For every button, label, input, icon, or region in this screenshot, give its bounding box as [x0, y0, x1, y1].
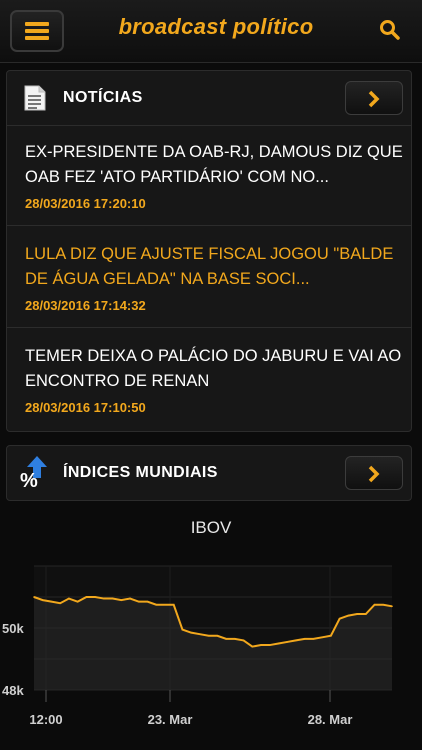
news-item[interactable]: LULA DIZ QUE AJUSTE FISCAL JOGOU "BALDE …	[7, 228, 411, 328]
data-point	[85, 596, 88, 598]
news-panel-header: NOTÍCIAS	[7, 71, 411, 126]
data-point	[242, 639, 245, 642]
data-point	[234, 638, 236, 640]
news-timestamp: 28/03/2016 17:20:10	[25, 196, 146, 211]
menu-icon	[25, 29, 49, 33]
data-point	[373, 603, 376, 606]
top-bar: broadcast político	[0, 0, 422, 63]
data-point	[129, 597, 131, 600]
data-point	[164, 603, 166, 606]
data-point	[295, 639, 297, 642]
data-point	[172, 603, 175, 606]
data-point	[120, 599, 123, 601]
news-panel-title: NOTÍCIAS	[63, 89, 143, 106]
data-point	[347, 614, 350, 617]
data-point	[312, 638, 315, 640]
menu-icon	[25, 22, 49, 26]
document-icon	[24, 85, 46, 111]
data-point	[181, 628, 184, 631]
data-point	[330, 634, 332, 637]
indices-panel: % ÍNDICES MUNDIAIS	[6, 445, 412, 501]
data-point	[68, 597, 70, 600]
data-point	[103, 597, 105, 600]
indices-panel-header: % ÍNDICES MUNDIAIS	[7, 446, 411, 500]
menu-button[interactable]	[10, 10, 64, 52]
data-point	[225, 638, 227, 640]
data-point	[111, 597, 114, 600]
x-tick-label: 23. Mar	[148, 712, 193, 727]
menu-icon	[25, 36, 49, 40]
y-tick-label: 48k	[2, 683, 24, 698]
x-tick-label: 12:00	[29, 712, 62, 727]
svg-text:%: %	[20, 470, 38, 490]
news-headline: TEMER DEIXA O PALÁCIO DO JABURU E VAI AO…	[25, 347, 402, 390]
data-point	[268, 644, 271, 646]
data-point	[94, 596, 96, 598]
data-point	[146, 600, 149, 603]
data-point	[76, 600, 79, 603]
data-point	[41, 599, 44, 601]
percent-up-icon: %	[20, 456, 47, 490]
data-point	[190, 631, 192, 634]
data-point	[137, 600, 140, 603]
data-point	[199, 633, 201, 635]
search-icon[interactable]	[378, 18, 402, 42]
data-point	[286, 641, 289, 643]
data-point	[50, 600, 53, 603]
data-point	[59, 602, 61, 604]
news-more-button[interactable]	[345, 81, 403, 115]
chevron-right-icon	[368, 465, 380, 483]
y-tick-label: 50k	[2, 621, 24, 636]
data-point	[251, 645, 254, 648]
ibov-chart: 48k 50k 12:00 23. Mar 28. Mar	[2, 565, 393, 727]
data-point	[303, 638, 306, 640]
app-title: broadcast político	[118, 14, 314, 39]
x-tick-label: 28. Mar	[308, 712, 353, 727]
data-point	[338, 617, 341, 620]
data-point	[216, 634, 219, 637]
chevron-right-icon	[368, 90, 380, 108]
chart-title: IBOV	[190, 518, 232, 537]
data-point	[33, 596, 35, 598]
data-point	[277, 642, 280, 645]
news-item[interactable]: TEMER DEIXA O PALÁCIO DO JABURU E VAI AO…	[7, 330, 411, 430]
news-timestamp: 28/03/2016 17:10:50	[25, 400, 146, 415]
data-point	[207, 634, 210, 637]
data-point	[382, 603, 385, 606]
indices-more-button[interactable]	[345, 456, 403, 490]
data-point	[356, 613, 358, 615]
news-panel: NOTÍCIAS EX-PRESIDENTE DA OAB-RJ, DAMOUS…	[6, 70, 412, 432]
data-point	[365, 613, 367, 615]
news-headline: EX-PRESIDENTE DA OAB-RJ, DAMOUS DIZ QUE …	[25, 143, 403, 186]
data-point	[321, 636, 323, 639]
data-point	[155, 603, 158, 606]
news-timestamp: 28/03/2016 17:14:32	[25, 298, 146, 313]
news-headline: LULA DIZ QUE AJUSTE FISCAL JOGOU "BALDE …	[25, 245, 394, 288]
data-point	[260, 644, 262, 646]
indices-panel-title: ÍNDICES MUNDIAIS	[63, 464, 218, 481]
data-point	[391, 605, 393, 608]
news-item[interactable]: EX-PRESIDENTE DA OAB-RJ, DAMOUS DIZ QUE …	[7, 126, 411, 226]
